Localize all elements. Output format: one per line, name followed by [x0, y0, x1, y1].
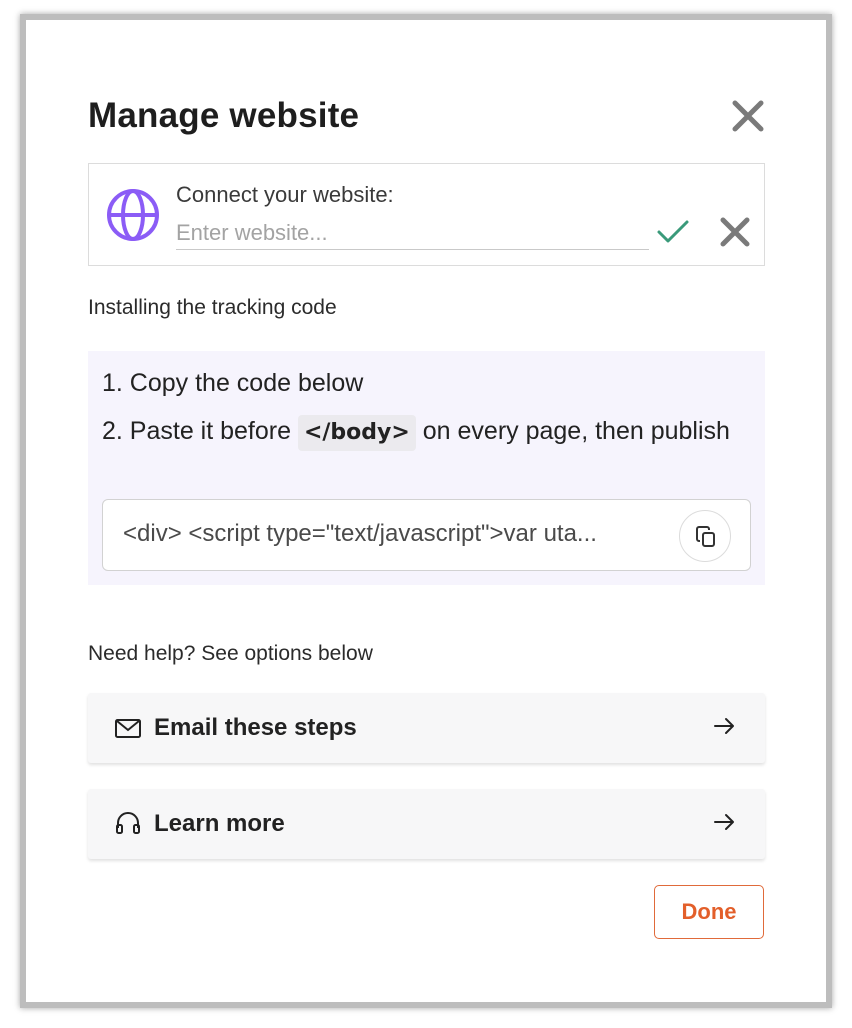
- learn-more-label: Learn more: [154, 810, 285, 837]
- connect-website-box: Connect your website:: [88, 163, 765, 266]
- learn-more-option[interactable]: Learn more: [88, 789, 765, 859]
- close-icon: [732, 100, 764, 132]
- copy-icon: [696, 526, 715, 547]
- close-icon: [720, 217, 750, 247]
- tracking-code-snippet: <div> <script type="text/javascript">var…: [123, 520, 597, 547]
- manage-website-modal: Manage website Connect your website: Ent…: [26, 20, 826, 1002]
- install-step-1: 1. Copy the code below: [102, 369, 364, 397]
- tracking-code-field[interactable]: <div> <script type="text/javascript">var…: [102, 499, 751, 571]
- install-instructions-panel: 1. Copy the code below 2. Paste it befor…: [88, 351, 765, 585]
- website-input[interactable]: [176, 216, 649, 250]
- install-step-2: 2. Paste it before </body> on every page…: [102, 413, 742, 451]
- modal-title: Manage website: [88, 96, 360, 135]
- confirm-website-button[interactable]: [655, 214, 691, 248]
- body-tag-code: </body>: [297, 415, 416, 451]
- step2-text-after: on every page, then publish: [415, 417, 730, 445]
- copy-code-button[interactable]: [679, 510, 731, 562]
- clear-website-button[interactable]: [717, 214, 753, 250]
- mail-icon: [115, 719, 141, 738]
- globe-icon: [107, 189, 159, 241]
- connect-label: Connect your website:: [176, 182, 394, 207]
- done-button[interactable]: Done: [654, 885, 764, 939]
- dialog-frame: Manage website Connect your website: Ent…: [20, 14, 832, 1008]
- install-heading: Installing the tracking code: [88, 296, 337, 319]
- arrow-right-icon: [714, 718, 734, 734]
- check-icon: [657, 220, 689, 243]
- step2-text-before: 2. Paste it before: [102, 417, 298, 445]
- email-steps-label: Email these steps: [154, 714, 357, 741]
- headset-icon: [116, 812, 140, 834]
- help-heading: Need help? See options below: [88, 642, 373, 665]
- arrow-right-icon: [714, 814, 734, 830]
- email-steps-option[interactable]: Email these steps: [88, 693, 765, 763]
- close-modal-button[interactable]: [730, 98, 766, 134]
